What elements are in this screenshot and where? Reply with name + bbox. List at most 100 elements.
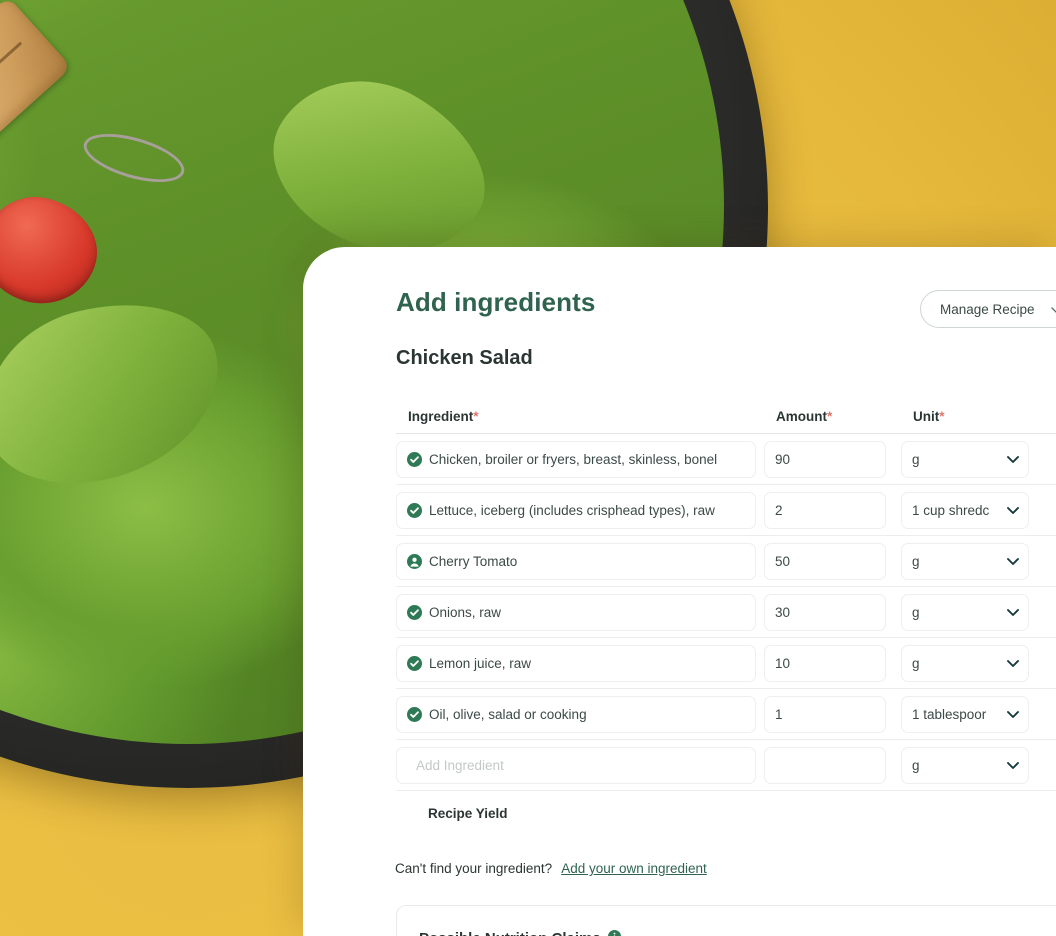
unit-select[interactable]: g <box>901 644 1029 682</box>
ingredient-input[interactable]: Onions, raw <box>396 593 756 631</box>
table-row: Onions, raw 30 g 0 <box>396 587 1056 638</box>
cell-amount: 10 <box>764 644 886 682</box>
chevron-down-icon <box>1007 554 1019 569</box>
nutrition-claims-title: Possible Nutrition Claims <box>419 930 1056 936</box>
recipe-yield-label: Recipe Yield <box>428 805 508 821</box>
lettuce-leaf <box>0 281 239 505</box>
add-ingredients-panel: Add ingredients Manage Recipe Cus Chicke… <box>303 247 1056 936</box>
cell-ingredient: Add Ingredient <box>396 746 756 784</box>
cell-amount: 90 <box>764 440 886 478</box>
amount-value: 2 <box>775 502 783 518</box>
user-circle-icon <box>407 553 422 569</box>
cell-amount: 50 <box>764 542 886 580</box>
add-ingredient-input[interactable]: Add Ingredient <box>396 746 756 784</box>
unit-select[interactable]: g <box>901 542 1029 580</box>
amount-input[interactable]: 1 <box>764 695 886 733</box>
manage-recipe-label: Manage Recipe <box>939 301 1035 317</box>
cell-ingredient: Cherry Tomato <box>396 542 756 580</box>
table-row: Chicken, broiler or fryers, breast, skin… <box>396 434 1056 485</box>
amount-value: 30 <box>775 604 791 620</box>
amount-input[interactable]: 90 <box>764 440 886 478</box>
unit-select[interactable]: 1 tablespoor <box>901 695 1029 733</box>
check-circle-icon <box>407 604 422 620</box>
check-circle-icon <box>407 502 422 518</box>
unit-value: g <box>912 553 920 569</box>
unit-value: g <box>912 757 920 773</box>
amount-input[interactable] <box>764 746 886 784</box>
recipe-name: Chicken Salad <box>396 347 533 369</box>
app-root: Add ingredients Manage Recipe Cus Chicke… <box>0 0 1056 936</box>
column-header-unit-label: Unit <box>913 409 940 424</box>
ingredient-input[interactable]: Lemon juice, raw <box>396 644 756 682</box>
table-header-row: Ingredient* Amount* Unit* Wa <box>396 400 1056 434</box>
column-header-amount: Amount* <box>764 409 886 424</box>
unit-value: g <box>912 604 920 620</box>
cell-unit: g <box>901 746 1029 784</box>
amount-input[interactable]: 50 <box>764 542 886 580</box>
column-header-unit: Unit* <box>901 409 1029 424</box>
amount-input[interactable]: 30 <box>764 593 886 631</box>
cant-find-text: Can't find your ingredient? <box>395 861 553 876</box>
recipe-yield-row: Recipe Yield <box>396 791 1056 835</box>
table-row-new: Add Ingredient g <box>396 740 1056 791</box>
chevron-down-icon <box>1007 452 1019 467</box>
cant-find-ingredient: Can't find your ingredient? Add your own… <box>395 861 1056 876</box>
chevron-down-icon <box>1007 758 1019 773</box>
ingredient-name: Oil, olive, salad or cooking <box>429 706 587 722</box>
info-circle-icon[interactable] <box>607 930 621 936</box>
column-header-ingredient-label: Ingredient <box>408 409 474 424</box>
ingredient-name: Lemon juice, raw <box>429 655 532 671</box>
amount-input[interactable]: 2 <box>764 491 886 529</box>
ingredient-input[interactable]: Chicken, broiler or fryers, breast, skin… <box>396 440 756 478</box>
cell-unit: 1 cup shredc <box>901 491 1029 529</box>
check-circle-icon <box>407 706 422 722</box>
nutrition-claims-card: Possible Nutrition Claims <box>396 905 1056 936</box>
cell-ingredient: Onions, raw <box>396 593 756 631</box>
unit-select[interactable]: g <box>901 746 1029 784</box>
amount-value: 50 <box>775 553 791 569</box>
chevron-down-icon <box>1050 302 1056 317</box>
cell-unit: g <box>901 644 1029 682</box>
check-circle-icon <box>407 655 422 671</box>
column-header-ingredient: Ingredient* <box>396 409 756 424</box>
cell-ingredient: Lettuce, iceberg (includes crisphead typ… <box>396 491 756 529</box>
chevron-down-icon <box>1007 503 1019 518</box>
unit-select[interactable]: g <box>901 593 1029 631</box>
tomato-slice <box>0 185 108 316</box>
ingredient-name: Chicken, broiler or fryers, breast, skin… <box>429 451 718 467</box>
cell-unit: g <box>901 542 1029 580</box>
cell-unit: g <box>901 440 1029 478</box>
chevron-down-icon <box>1007 605 1019 620</box>
cell-amount <box>764 746 886 784</box>
cell-ingredient: Chicken, broiler or fryers, breast, skin… <box>396 440 756 478</box>
amount-input[interactable]: 10 <box>764 644 886 682</box>
table-row: Lemon juice, raw 10 g 0 <box>396 638 1056 689</box>
column-header-amount-label: Amount <box>776 409 827 424</box>
required-marker: * <box>827 409 833 424</box>
cell-ingredient: Oil, olive, salad or cooking <box>396 695 756 733</box>
table-row: Cherry Tomato 50 g 0 <box>396 536 1056 587</box>
cell-unit: g <box>901 593 1029 631</box>
cell-ingredient: Lemon juice, raw <box>396 644 756 682</box>
table-row: Lettuce, iceberg (includes crisphead typ… <box>396 485 1056 536</box>
ingredients-table: Ingredient* Amount* Unit* Wa Chicken, br… <box>396 400 1056 835</box>
ingredient-input[interactable]: Oil, olive, salad or cooking <box>396 695 756 733</box>
cell-amount: 2 <box>764 491 886 529</box>
required-marker: * <box>939 409 945 424</box>
page-title: Add ingredients <box>396 287 596 317</box>
chevron-down-icon <box>1007 707 1019 722</box>
cell-amount: 1 <box>764 695 886 733</box>
unit-select[interactable]: 1 cup shredc <box>901 491 1029 529</box>
unit-select[interactable]: g <box>901 440 1029 478</box>
ingredient-name: Onions, raw <box>429 604 502 620</box>
required-marker: * <box>473 409 479 424</box>
unit-value: g <box>912 655 920 671</box>
unit-value: 1 cup shredc <box>912 502 990 518</box>
add-your-own-ingredient-link[interactable]: Add your own ingredient <box>561 861 707 876</box>
ingredient-input[interactable]: Cherry Tomato <box>396 542 756 580</box>
manage-recipe-button[interactable]: Manage Recipe <box>919 290 1056 328</box>
cell-amount: 30 <box>764 593 886 631</box>
amount-value: 1 <box>775 706 783 722</box>
chevron-down-icon <box>1007 656 1019 671</box>
ingredient-input[interactable]: Lettuce, iceberg (includes crisphead typ… <box>396 491 756 529</box>
